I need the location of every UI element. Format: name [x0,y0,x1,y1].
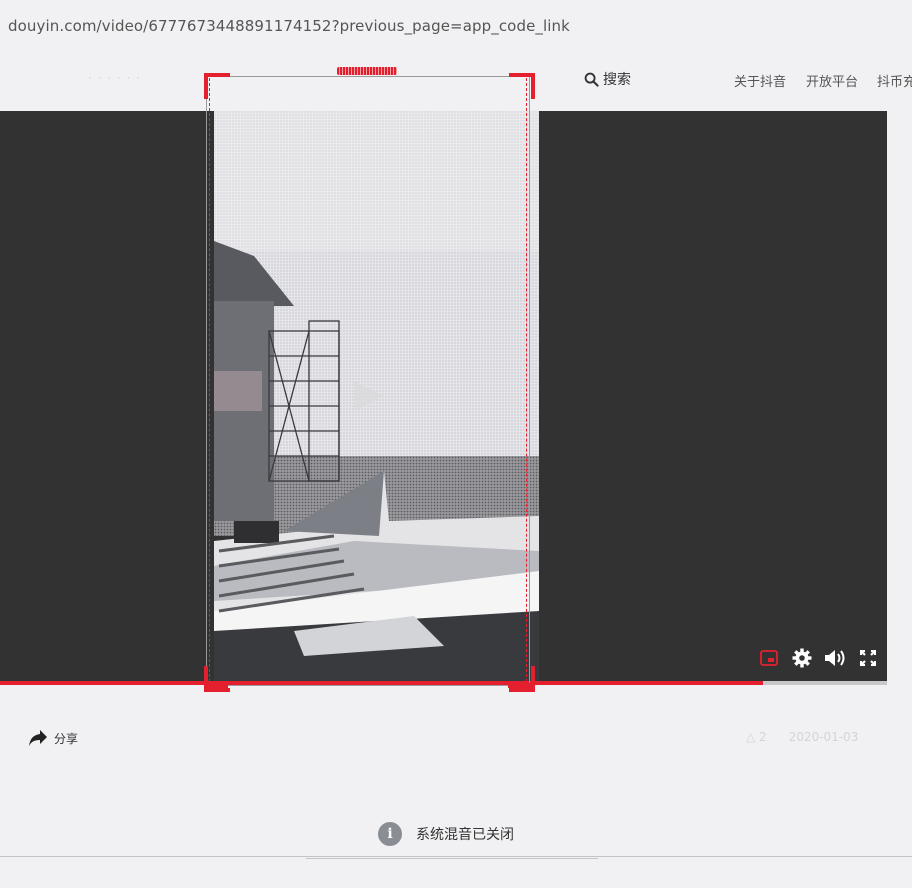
selection-corner-bottom-left[interactable] [204,666,230,692]
selection-bottom-handle-right[interactable] [508,683,532,688]
volume-button[interactable] [824,647,846,669]
share-arrow-icon [29,730,47,746]
info-icon: i [378,822,402,846]
volume-icon [825,650,845,666]
search-icon [584,72,599,87]
player-controls [758,647,879,669]
share-label: 分享 [54,731,79,746]
selection-drag-handle[interactable] [337,67,397,75]
video-meta: △ 2 2020-01-03 [746,730,858,744]
url-bar[interactable]: douyin.com/video/6777673448891174152?pre… [8,17,570,35]
divider [0,856,912,857]
meta-count: △ 2 [746,730,767,744]
settings-icon [792,648,812,668]
search-label: 搜索 [603,72,631,88]
nav-about[interactable]: 关于抖音 [734,71,786,90]
progress-bar[interactable] [0,681,887,685]
nav-open-platform[interactable]: 开放平台 [806,71,858,90]
logo[interactable]: · · · · · · [88,71,141,85]
selection-bottom-handle-left[interactable] [204,683,228,688]
pip-button[interactable] [758,647,780,669]
divider-short [306,858,598,859]
pip-icon [760,650,778,666]
header: · · · · · · 搜索 关于抖音 开放平台 抖币充值 [0,60,912,100]
selection-corner-top-left[interactable] [204,73,230,99]
search-button[interactable]: 搜索 [584,69,631,89]
selection-corner-bottom-right[interactable] [509,666,535,692]
nav-coin[interactable]: 抖币充值 [877,71,912,90]
settings-button[interactable] [791,647,813,669]
toast-message: 系统混音已关闭 [416,827,514,843]
progress-fill [0,681,763,685]
video-player[interactable] [0,111,887,681]
video-frame[interactable] [214,111,539,681]
selection-corner-top-right[interactable] [509,73,535,99]
meta-date: 2020-01-03 [788,730,859,744]
video-scene-image [214,111,539,681]
fullscreen-button[interactable] [857,647,879,669]
toast-notification: i 系统混音已关闭 [378,822,514,846]
share-button[interactable]: 分享 [28,729,78,747]
fullscreen-icon [860,650,876,666]
